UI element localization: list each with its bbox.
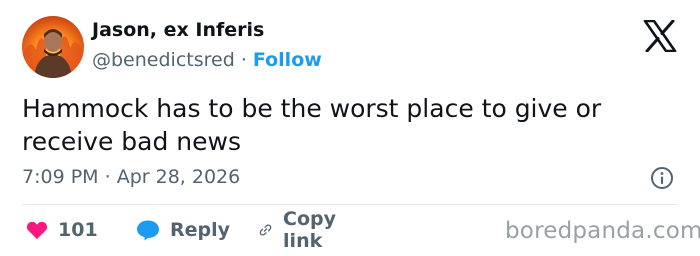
meta-separator: · [104,166,111,188]
divider [22,204,678,205]
follow-button[interactable]: Follow [253,49,322,71]
reply-label: Reply [170,219,231,241]
tweet-date: Apr 28, 2026 [116,166,241,188]
author-handle[interactable]: @benedictsred [92,49,235,71]
x-logo-icon[interactable] [643,19,677,53]
author-name[interactable]: Jason, ex Inferis [92,19,264,41]
handle-row: @benedictsred · Follow [92,49,322,71]
avatar[interactable] [22,16,84,78]
timestamp[interactable]: 7:09 PM · Apr 28, 2026 [22,166,240,188]
copy-link-button[interactable]: Copy link [258,208,345,252]
like-count: 101 [58,219,98,241]
watermark: boredpanda.com [505,218,700,244]
copy-link-label: Copy link [283,208,337,252]
like-button[interactable]: 101 [26,215,98,245]
separator: · [240,49,247,71]
speech-bubble-icon [137,220,159,241]
info-icon[interactable] [650,166,674,190]
reply-button[interactable]: Reply [136,215,230,245]
heart-icon [26,221,48,240]
tweet-time: 7:09 PM [22,166,99,188]
tweet-text: Hammock has to be the worst place to giv… [22,94,602,156]
link-icon [259,224,272,236]
